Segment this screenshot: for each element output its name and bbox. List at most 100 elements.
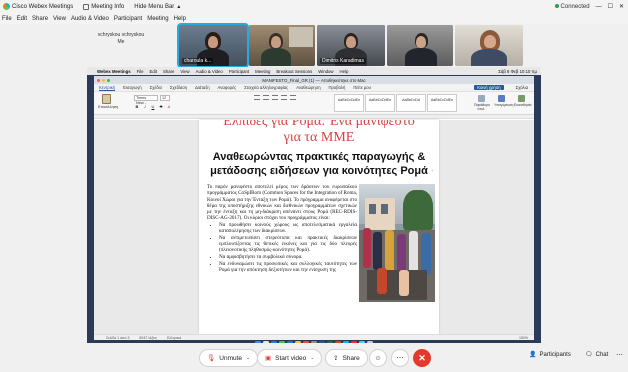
word-titlebar: MANIFESTO_Final_GR (1) — Αποθηκεύτηκε στ… [94, 76, 534, 84]
participant-tile[interactable] [387, 25, 453, 66]
word-share-button[interactable]: Κοινή χρήση [474, 85, 504, 90]
mac-menu-item[interactable]: Participant [229, 69, 249, 74]
dictate-button[interactable]: Υπαγόρευση [494, 95, 513, 111]
menu-view[interactable]: View [53, 16, 66, 22]
tab-references[interactable]: Αναφορές [218, 85, 237, 90]
comments-button[interactable]: Σχόλια [516, 85, 528, 90]
style-option[interactable]: AaBbCcDdEe [334, 94, 364, 112]
bold-icon[interactable]: B [134, 104, 140, 110]
goal-bullet: Να ενδυναμώσει τις προσωπικές και συλλογ… [219, 261, 357, 274]
tab-tell-me[interactable]: Πείτε μου [353, 85, 371, 90]
menu-file[interactable]: File [2, 16, 12, 22]
tab-draw[interactable]: Σχέδιο [150, 85, 162, 90]
document-canvas[interactable]: Ελπίδες για Ρομά: Ένα μανιφέστο για τα Μ… [94, 120, 534, 334]
participant-tile[interactable]: charoula k... [177, 23, 249, 68]
mac-menu-item[interactable]: Edit [150, 69, 157, 74]
menu-help[interactable]: Help [174, 16, 186, 22]
font-color-icon[interactable]: A [166, 104, 172, 110]
tab-view[interactable]: Προβολή [329, 85, 346, 90]
participant-tile[interactable] [249, 25, 315, 66]
participant-tile[interactable] [455, 25, 523, 66]
video-strip: vchryskou vchryskou Me charoula k... Dim… [0, 23, 628, 68]
info-icon [83, 3, 90, 10]
goal-bullet: Να αμφισβητήσει τα συμβολικά σύνορα. [219, 254, 357, 260]
intro-paragraph: Το παρόν μανιφέστο αποτελεί μέρος των δρ… [207, 184, 357, 222]
style-option[interactable]: AaBbCcDdEe [365, 94, 395, 112]
meeting-controls: 🎙 Unmute ⌄ ▣ Start video ⌄ ⇪ Share ☺ ⋯ ✕… [0, 343, 628, 372]
document-body: Το παρόν μανιφέστο αποτελεί μέρος των δρ… [207, 184, 357, 274]
unmute-button[interactable]: 🎙 Unmute ⌄ [199, 349, 259, 367]
shared-screen[interactable]: Webex Meetings File Edit Share View Audi… [87, 67, 541, 348]
mac-menu-item[interactable]: Window [318, 69, 333, 74]
participants-button[interactable]: 👤 Participants [529, 351, 571, 359]
tab-insert[interactable]: Εισαγωγή [123, 85, 142, 90]
format-buttons: B I U S A [134, 104, 172, 110]
paste-button[interactable]: Επικόλληση [98, 94, 118, 113]
tab-layout[interactable]: Διάταξη [195, 85, 209, 90]
italic-icon[interactable]: I [142, 104, 148, 110]
styles-pane-button[interactable]: Παράθυρο στυλ [474, 95, 490, 111]
minimize-icon[interactable]: — [596, 4, 602, 10]
cursor-marker: + [431, 168, 434, 173]
self-name: vchryskou vchryskou [97, 32, 145, 38]
maximize-icon[interactable]: ☐ [608, 3, 613, 10]
mac-menu-item[interactable]: View [180, 69, 189, 74]
zoom-level[interactable]: 150% [519, 336, 528, 340]
ruler[interactable] [94, 115, 534, 119]
align-center-icon[interactable] [281, 95, 287, 100]
menu-participant[interactable]: Participant [114, 16, 142, 22]
webex-logo-icon [3, 3, 10, 10]
style-option[interactable]: AaBbCcDd [396, 94, 426, 112]
strikethrough-icon[interactable]: S [158, 104, 164, 110]
mac-menu-item[interactable]: Webex Meetings [97, 69, 131, 74]
mac-menu-item[interactable]: Breakout Sessions [276, 69, 312, 74]
tab-design[interactable]: Σχεδίαση [170, 85, 187, 90]
document-title: MANIFESTO_Final_GR (1) — Αποθηκεύτηκε στ… [262, 77, 366, 83]
numbering-icon[interactable] [263, 95, 269, 100]
mac-menu-item[interactable]: Help [340, 69, 349, 74]
styles-gallery: AaBbCcDdEe AaBbCcDdEe AaBbCcDd AaBbCcDdE… [334, 94, 457, 112]
mac-menu-item[interactable]: Meeting [255, 69, 270, 74]
align-left-icon[interactable] [272, 95, 278, 100]
justify-icon[interactable] [290, 95, 296, 100]
document-photo [359, 184, 435, 302]
menu-edit[interactable]: Edit [17, 16, 27, 22]
underline-icon[interactable]: U [150, 104, 156, 110]
chevron-down-icon[interactable]: ⌄ [310, 355, 314, 361]
font-size-select[interactable]: 12 [160, 95, 170, 101]
more-panels-icon[interactable]: ⋯ [616, 351, 623, 359]
mac-menu-item[interactable]: Share [163, 69, 174, 74]
start-video-button[interactable]: ▣ Start video ⌄ [257, 349, 323, 367]
chevron-down-icon[interactable]: ⌄ [246, 355, 250, 361]
self-tile[interactable]: vchryskou vchryskou Me [86, 32, 156, 60]
app-menubar: File Edit Share View Audio & Video Parti… [0, 13, 628, 24]
goals-list: Να προωθήσει κοινούς χώρους ως αποτελεσμ… [219, 222, 357, 274]
more-options-button[interactable]: ⋯ [391, 349, 409, 367]
chat-button[interactable]: 🗨 Chat [585, 351, 608, 359]
word-count: 5047 λέξεις [139, 335, 158, 340]
style-option[interactable]: AaBbCcDdEe [427, 94, 457, 112]
bullets-icon[interactable] [254, 95, 260, 100]
close-icon[interactable]: ✕ [619, 3, 624, 10]
sensitivity-button[interactable]: Ευαισθησία [514, 95, 532, 111]
mac-menu-item[interactable]: Audio & Video [196, 69, 223, 74]
reactions-button[interactable]: ☺ [369, 349, 387, 367]
menu-share[interactable]: Share [32, 16, 48, 22]
menu-meeting[interactable]: Meeting [147, 16, 168, 22]
video-off-icon: ▣ [265, 355, 272, 362]
share-button[interactable]: ⇪ Share [325, 349, 368, 367]
more-icon: ⋯ [396, 355, 404, 362]
tab-home[interactable]: Κεντρική [99, 85, 116, 91]
document-red-title: Ελπίδες για Ρομά: Ένα μανιφέστο για τα Μ… [223, 120, 415, 145]
document-page[interactable]: Ελπίδες για Ρομά: Ένα μανιφέστο για τα Μ… [199, 120, 439, 334]
leave-meeting-button[interactable]: ✕ [413, 349, 431, 367]
mac-menu-item[interactable]: File [137, 69, 144, 74]
tab-mailings[interactable]: Στοιχεία αλληλογραφίας [244, 85, 288, 90]
connected-dot-icon [554, 3, 559, 8]
hide-menu-bar-button[interactable]: Hide Menu Bar ▲ [134, 4, 181, 10]
tab-review[interactable]: Αναθεώρηση [296, 85, 320, 90]
font-name-select[interactable]: Times New... [134, 95, 158, 105]
menu-audio-video[interactable]: Audio & Video [71, 16, 109, 22]
participant-tile[interactable]: Dimitris Karadimas [317, 25, 385, 66]
meeting-info-button[interactable]: Meeting Info [83, 3, 124, 10]
